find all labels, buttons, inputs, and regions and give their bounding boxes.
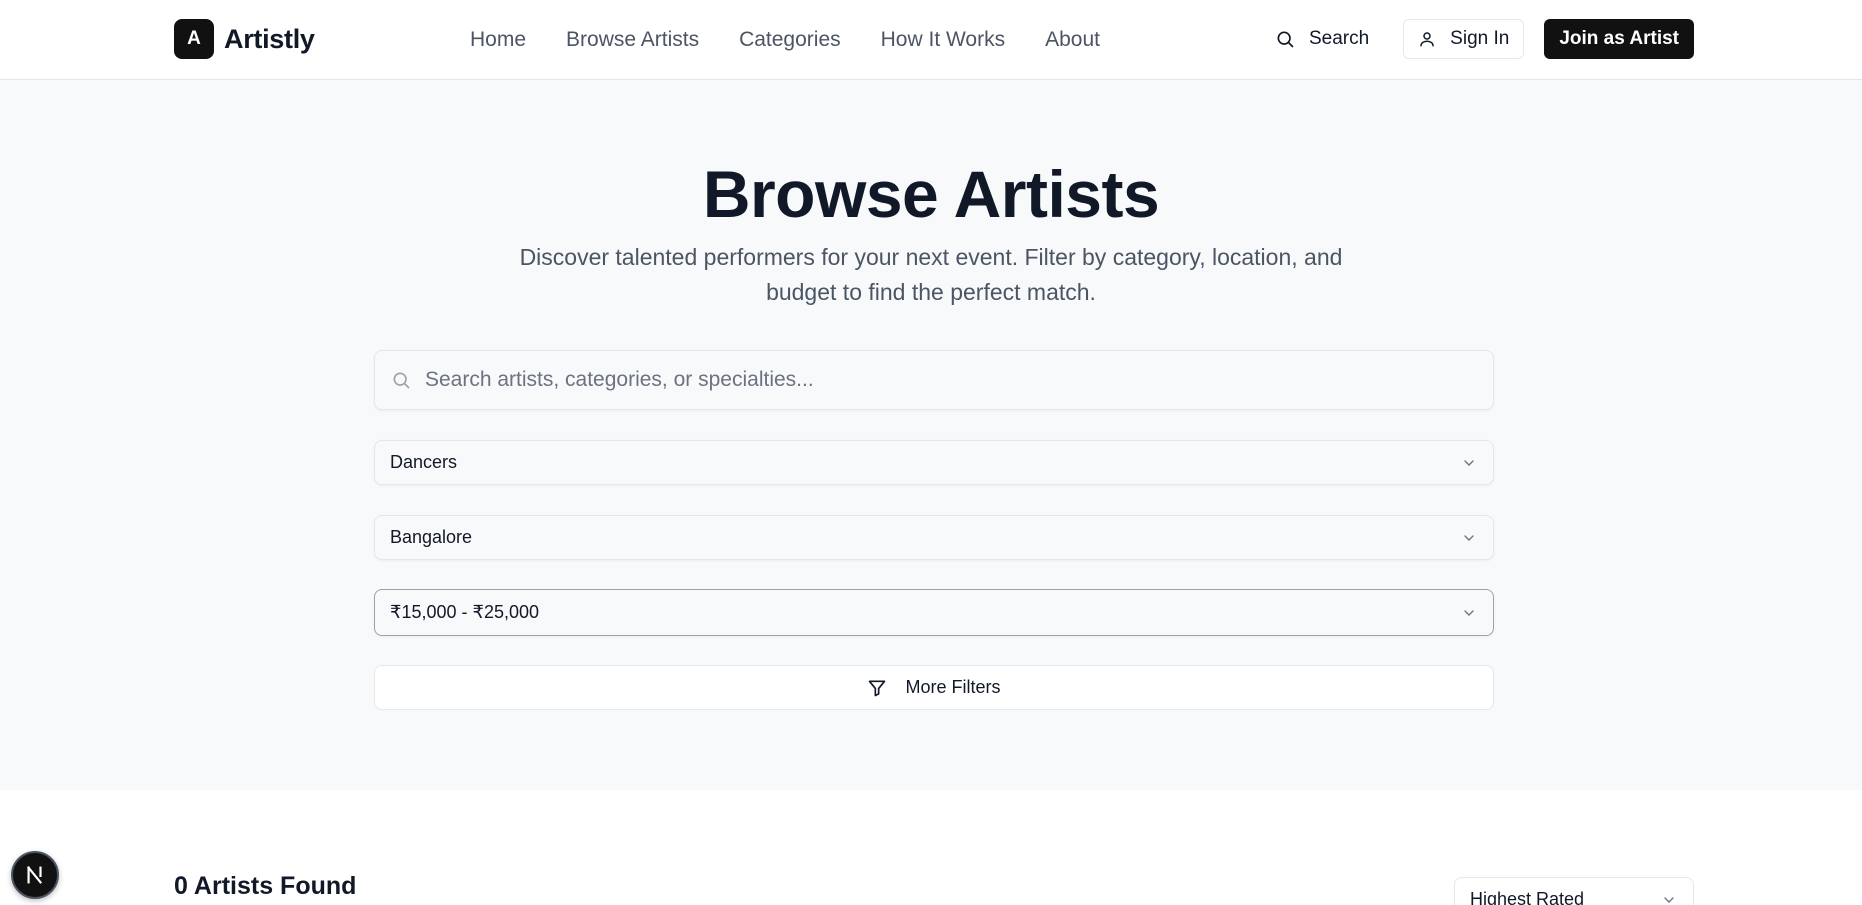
chevron-down-icon [1464, 534, 1474, 541]
sign-in-button[interactable]: Sign In [1403, 19, 1525, 59]
search-button-label: Search [1308, 28, 1370, 49]
more-filters-button[interactable]: More Filters [374, 665, 1494, 710]
page-title: Browse Artists [702, 157, 1160, 231]
sort-select-value: Highest Rated [1470, 889, 1585, 905]
results-count: 0 Artists Found [174, 872, 357, 900]
nextjs-dev-badge[interactable] [11, 851, 59, 899]
header-actions: Search Sign In Join as Artist [1261, 19, 1694, 59]
logo[interactable]: A Artistly [174, 19, 315, 59]
nav-item-home[interactable]: Home [470, 28, 526, 52]
location-select-value: Bangalore [390, 527, 473, 547]
search-icon [1277, 31, 1294, 48]
category-select-value: Dancers [390, 452, 458, 472]
page-subtitle: Discover talented performers for your ne… [519, 244, 1343, 305]
search-icon [393, 372, 410, 389]
logo-mark: A [174, 19, 214, 59]
filter-icon [869, 680, 886, 696]
chevron-down-icon [1464, 459, 1474, 466]
site-header: A Artistly Home Browse Artists Categorie… [0, 0, 1862, 80]
search-input[interactable] [425, 368, 1465, 392]
brand-name: Artistly [224, 23, 315, 54]
artist-search-box [374, 350, 1494, 410]
sort-select[interactable]: Highest Rated [1454, 877, 1694, 905]
nav-item-how-it-works[interactable]: How It Works [881, 28, 1005, 52]
user-icon [1420, 32, 1434, 47]
sign-in-label: Sign In [1450, 28, 1510, 49]
location-select[interactable]: Bangalore [374, 515, 1494, 560]
nav-item-about[interactable]: About [1045, 28, 1100, 52]
join-as-artist-button[interactable]: Join as Artist [1544, 19, 1694, 59]
nav-item-categories[interactable]: Categories [739, 28, 841, 52]
hero-section: Browse Artists Discover talented perform… [0, 80, 1862, 790]
budget-select[interactable]: ₹15,000 - ₹25,000 [374, 589, 1494, 636]
chevron-down-icon [1464, 609, 1474, 616]
nextjs-logo-icon [27, 866, 43, 884]
search-button[interactable]: Search [1261, 19, 1383, 59]
chevron-down-icon [1664, 897, 1674, 903]
category-select[interactable]: Dancers [374, 440, 1494, 485]
main-nav: Home Browse Artists Categories How It Wo… [470, 0, 1100, 80]
nav-item-browse-artists[interactable]: Browse Artists [566, 28, 699, 52]
more-filters-label: More Filters [905, 677, 1001, 697]
budget-select-value: ₹15,000 - ₹25,000 [390, 602, 540, 622]
